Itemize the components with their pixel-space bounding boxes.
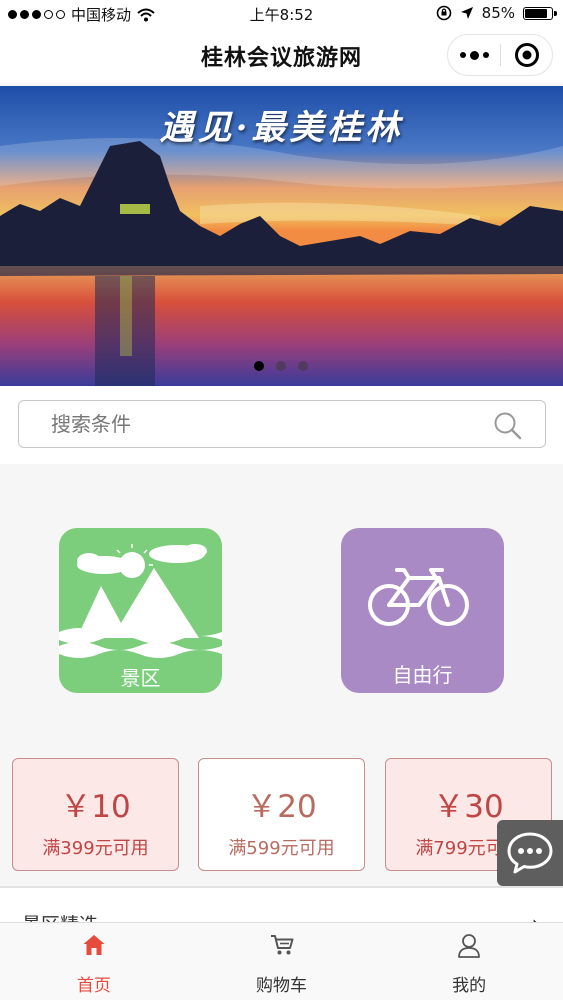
- banner-caption: 遇见·最美桂林: [159, 108, 404, 148]
- more-dot-icon: [459, 52, 466, 58]
- tab-home-label: 首页: [76, 976, 111, 996]
- coupon-amount: ￥20: [246, 789, 317, 825]
- category-free-travel-button[interactable]: 自由行: [341, 528, 504, 693]
- tab-profile-label: 我的: [452, 976, 487, 996]
- more-dot-icon: [469, 50, 479, 60]
- category-scenic-label: 景区: [120, 666, 161, 690]
- cart-icon: [270, 935, 293, 955]
- tab-home[interactable]: 首页: [0, 923, 188, 1000]
- carousel-dot[interactable]: [254, 361, 264, 371]
- carousel-indicator: [254, 361, 308, 371]
- tab-bar: 首页 购物车 我的: [0, 922, 563, 1000]
- tab-profile[interactable]: 我的: [375, 923, 563, 1000]
- search-section: [0, 386, 563, 464]
- user-icon: [458, 934, 481, 958]
- search-box: [18, 400, 546, 448]
- carousel-dot[interactable]: [276, 361, 286, 371]
- location-arrow-icon: [460, 7, 473, 19]
- customer-service-button[interactable]: [497, 820, 563, 886]
- orientation-lock-icon: [436, 5, 451, 21]
- status-right: 85%: [436, 4, 557, 22]
- category-free-travel-label: 自由行: [392, 663, 453, 687]
- search-icon[interactable]: [493, 411, 523, 441]
- banner-carousel[interactable]: 遇见·最美桂林: [0, 86, 563, 386]
- more-button[interactable]: [448, 35, 500, 75]
- carousel-dot[interactable]: [298, 361, 308, 371]
- close-button[interactable]: [501, 42, 552, 68]
- battery-percent: 85%: [481, 4, 515, 22]
- battery-fill: [525, 8, 548, 18]
- battery-icon: [523, 6, 557, 20]
- chevron-right-icon: ›: [531, 910, 541, 922]
- tab-cart-label: 购物车: [256, 976, 307, 996]
- coupon-amount: ￥10: [60, 789, 131, 825]
- coupon-card[interactable]: ￥20 满599元可用: [198, 758, 365, 871]
- tab-cart[interactable]: 购物车: [188, 923, 376, 1000]
- close-circle-icon: [514, 43, 539, 67]
- more-dot-icon: [482, 52, 489, 58]
- home-icon: [83, 935, 105, 955]
- coupon-condition: 满399元可用: [42, 838, 149, 859]
- search-input[interactable]: [51, 401, 471, 446]
- section-header[interactable]: 景区精选 ›: [0, 888, 563, 922]
- mini-program-capsule: [447, 34, 553, 76]
- category-scenic-button[interactable]: 景区: [59, 528, 222, 693]
- coupon-condition: 满599元可用: [228, 838, 335, 859]
- chat-bubble-icon: [507, 832, 553, 874]
- coupon-card[interactable]: ￥10 满399元可用: [12, 758, 179, 871]
- status-bar: 中国移动 上午8:52 85%: [0, 0, 563, 28]
- section-title: 景区精选: [22, 910, 98, 922]
- nav-bar: 桂林会议旅游网: [0, 28, 563, 84]
